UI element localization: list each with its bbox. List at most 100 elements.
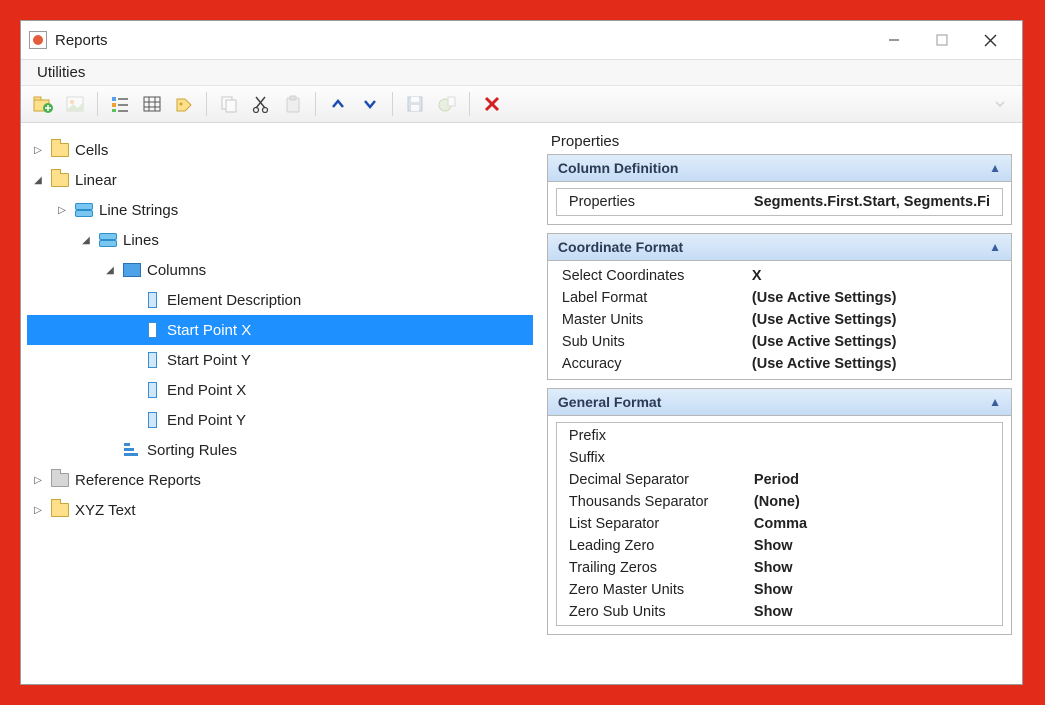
property-row[interactable]: Properties Segments.First.Start, Segment…: [557, 191, 1002, 213]
property-value: (Use Active Settings): [752, 312, 997, 328]
property-label: Label Format: [562, 290, 752, 306]
property-label: List Separator: [569, 516, 754, 532]
expander-icon[interactable]: ▷: [31, 145, 45, 156]
property-value: [754, 450, 990, 466]
property-label: Properties: [569, 194, 754, 210]
property-value: (Use Active Settings): [752, 356, 997, 372]
property-row[interactable]: Thousands Separator(None): [557, 491, 1002, 513]
column-icon: [143, 291, 161, 309]
property-label: Leading Zero: [569, 538, 754, 554]
expander-icon[interactable]: ◢: [79, 235, 93, 246]
tree-item-column[interactable]: Start Point Y: [27, 345, 533, 375]
maximize-button[interactable]: [918, 25, 966, 55]
export-button[interactable]: [433, 90, 461, 118]
expander-icon[interactable]: ▷: [31, 505, 45, 516]
group-header[interactable]: Coordinate Format ▲: [548, 234, 1011, 261]
tree-item-sorting-rules[interactable]: Sorting Rules: [27, 435, 533, 465]
property-label: Accuracy: [562, 356, 752, 372]
property-label: Prefix: [569, 428, 754, 444]
property-label: Master Units: [562, 312, 752, 328]
tree-item-lines[interactable]: ◢ Lines: [27, 225, 533, 255]
tag-button[interactable]: [170, 90, 198, 118]
chevron-up-icon: ▲: [989, 161, 1001, 175]
column-icon: [143, 381, 161, 399]
close-button[interactable]: [966, 25, 1014, 55]
delete-button[interactable]: [478, 90, 506, 118]
property-row[interactable]: Zero Master UnitsShow: [557, 579, 1002, 601]
copy-button[interactable]: [215, 90, 243, 118]
tree-label: End Point Y: [167, 412, 246, 429]
expander-icon[interactable]: ▷: [55, 205, 69, 216]
group-header[interactable]: General Format ▲: [548, 389, 1011, 416]
expander-icon[interactable]: ▷: [31, 475, 45, 486]
tree-item-reference-reports[interactable]: ▷ Reference Reports: [27, 465, 533, 495]
toolbar: [21, 85, 1022, 123]
property-label: Zero Master Units: [569, 582, 754, 598]
tree-item-line-strings[interactable]: ▷ Line Strings: [27, 195, 533, 225]
property-row[interactable]: Decimal SeparatorPeriod: [557, 469, 1002, 491]
property-row[interactable]: Zero Sub UnitsShow: [557, 601, 1002, 623]
report-tree: ▷ Cells ◢ Linear ▷ Line Strings ◢ Lines …: [27, 131, 533, 672]
tree-item-columns[interactable]: ◢ Columns: [27, 255, 533, 285]
tree-item-column[interactable]: Element Description: [27, 285, 533, 315]
property-label: Trailing Zeros: [569, 560, 754, 576]
property-label: Zero Sub Units: [569, 604, 754, 620]
stack-icon: [75, 201, 93, 219]
cut-button[interactable]: [247, 90, 275, 118]
property-value: (Use Active Settings): [752, 290, 997, 306]
property-value: X: [752, 268, 997, 284]
reports-window: Reports Utilities: [20, 20, 1023, 685]
window-title: Reports: [55, 32, 108, 49]
folder-icon: [51, 171, 69, 189]
tree-label: Element Description: [167, 292, 301, 309]
tree-item-column[interactable]: End Point Y: [27, 405, 533, 435]
tree-item-linear[interactable]: ◢ Linear: [27, 165, 533, 195]
tree-label: Lines: [123, 232, 159, 249]
move-up-button[interactable]: [324, 90, 352, 118]
property-row[interactable]: Trailing ZerosShow: [557, 557, 1002, 579]
property-value: (None): [754, 494, 990, 510]
body: ▷ Cells ◢ Linear ▷ Line Strings ◢ Lines …: [21, 123, 1022, 684]
column-icon: [143, 321, 161, 339]
property-row[interactable]: Master Units(Use Active Settings): [550, 309, 1009, 331]
tree-label: XYZ Text: [75, 502, 136, 519]
property-row[interactable]: Suffix: [557, 447, 1002, 469]
image-button[interactable]: [61, 90, 89, 118]
group-header[interactable]: Column Definition ▲: [548, 155, 1011, 182]
tree-item-column-selected[interactable]: Start Point X: [27, 315, 533, 345]
property-label: Suffix: [569, 450, 754, 466]
tree-label: Cells: [75, 142, 108, 159]
property-value: (Use Active Settings): [752, 334, 997, 350]
minimize-button[interactable]: [870, 25, 918, 55]
property-row[interactable]: Select CoordinatesX: [550, 265, 1009, 287]
column-icon: [143, 351, 161, 369]
expander-icon[interactable]: ◢: [31, 175, 45, 186]
toolbar-options-icon[interactable]: [986, 90, 1014, 118]
property-row[interactable]: Leading ZeroShow: [557, 535, 1002, 557]
group-general-format: General Format ▲ Prefix Suffix Decimal S…: [547, 388, 1012, 635]
sort-icon: [123, 441, 141, 459]
new-folder-button[interactable]: [29, 90, 57, 118]
move-down-button[interactable]: [356, 90, 384, 118]
properties-button[interactable]: [106, 90, 134, 118]
menu-utilities[interactable]: Utilities: [31, 60, 91, 85]
save-button[interactable]: [401, 90, 429, 118]
property-row[interactable]: Sub Units(Use Active Settings): [550, 331, 1009, 353]
tree-item-cells[interactable]: ▷ Cells: [27, 135, 533, 165]
grid-button[interactable]: [138, 90, 166, 118]
expander-icon[interactable]: ◢: [103, 265, 117, 276]
property-label: Decimal Separator: [569, 472, 754, 488]
property-row[interactable]: Accuracy(Use Active Settings): [550, 353, 1009, 375]
property-row[interactable]: Label Format(Use Active Settings): [550, 287, 1009, 309]
tree-label: Sorting Rules: [147, 442, 237, 459]
property-row[interactable]: Prefix: [557, 425, 1002, 447]
group-title: General Format: [558, 394, 661, 410]
paste-button[interactable]: [279, 90, 307, 118]
column-icon: [143, 411, 161, 429]
tree-item-column[interactable]: End Point X: [27, 375, 533, 405]
property-row[interactable]: List SeparatorComma: [557, 513, 1002, 535]
folder-icon: [51, 501, 69, 519]
property-value: Show: [754, 582, 990, 598]
group-title: Coordinate Format: [558, 239, 683, 255]
tree-item-xyz-text[interactable]: ▷ XYZ Text: [27, 495, 533, 525]
